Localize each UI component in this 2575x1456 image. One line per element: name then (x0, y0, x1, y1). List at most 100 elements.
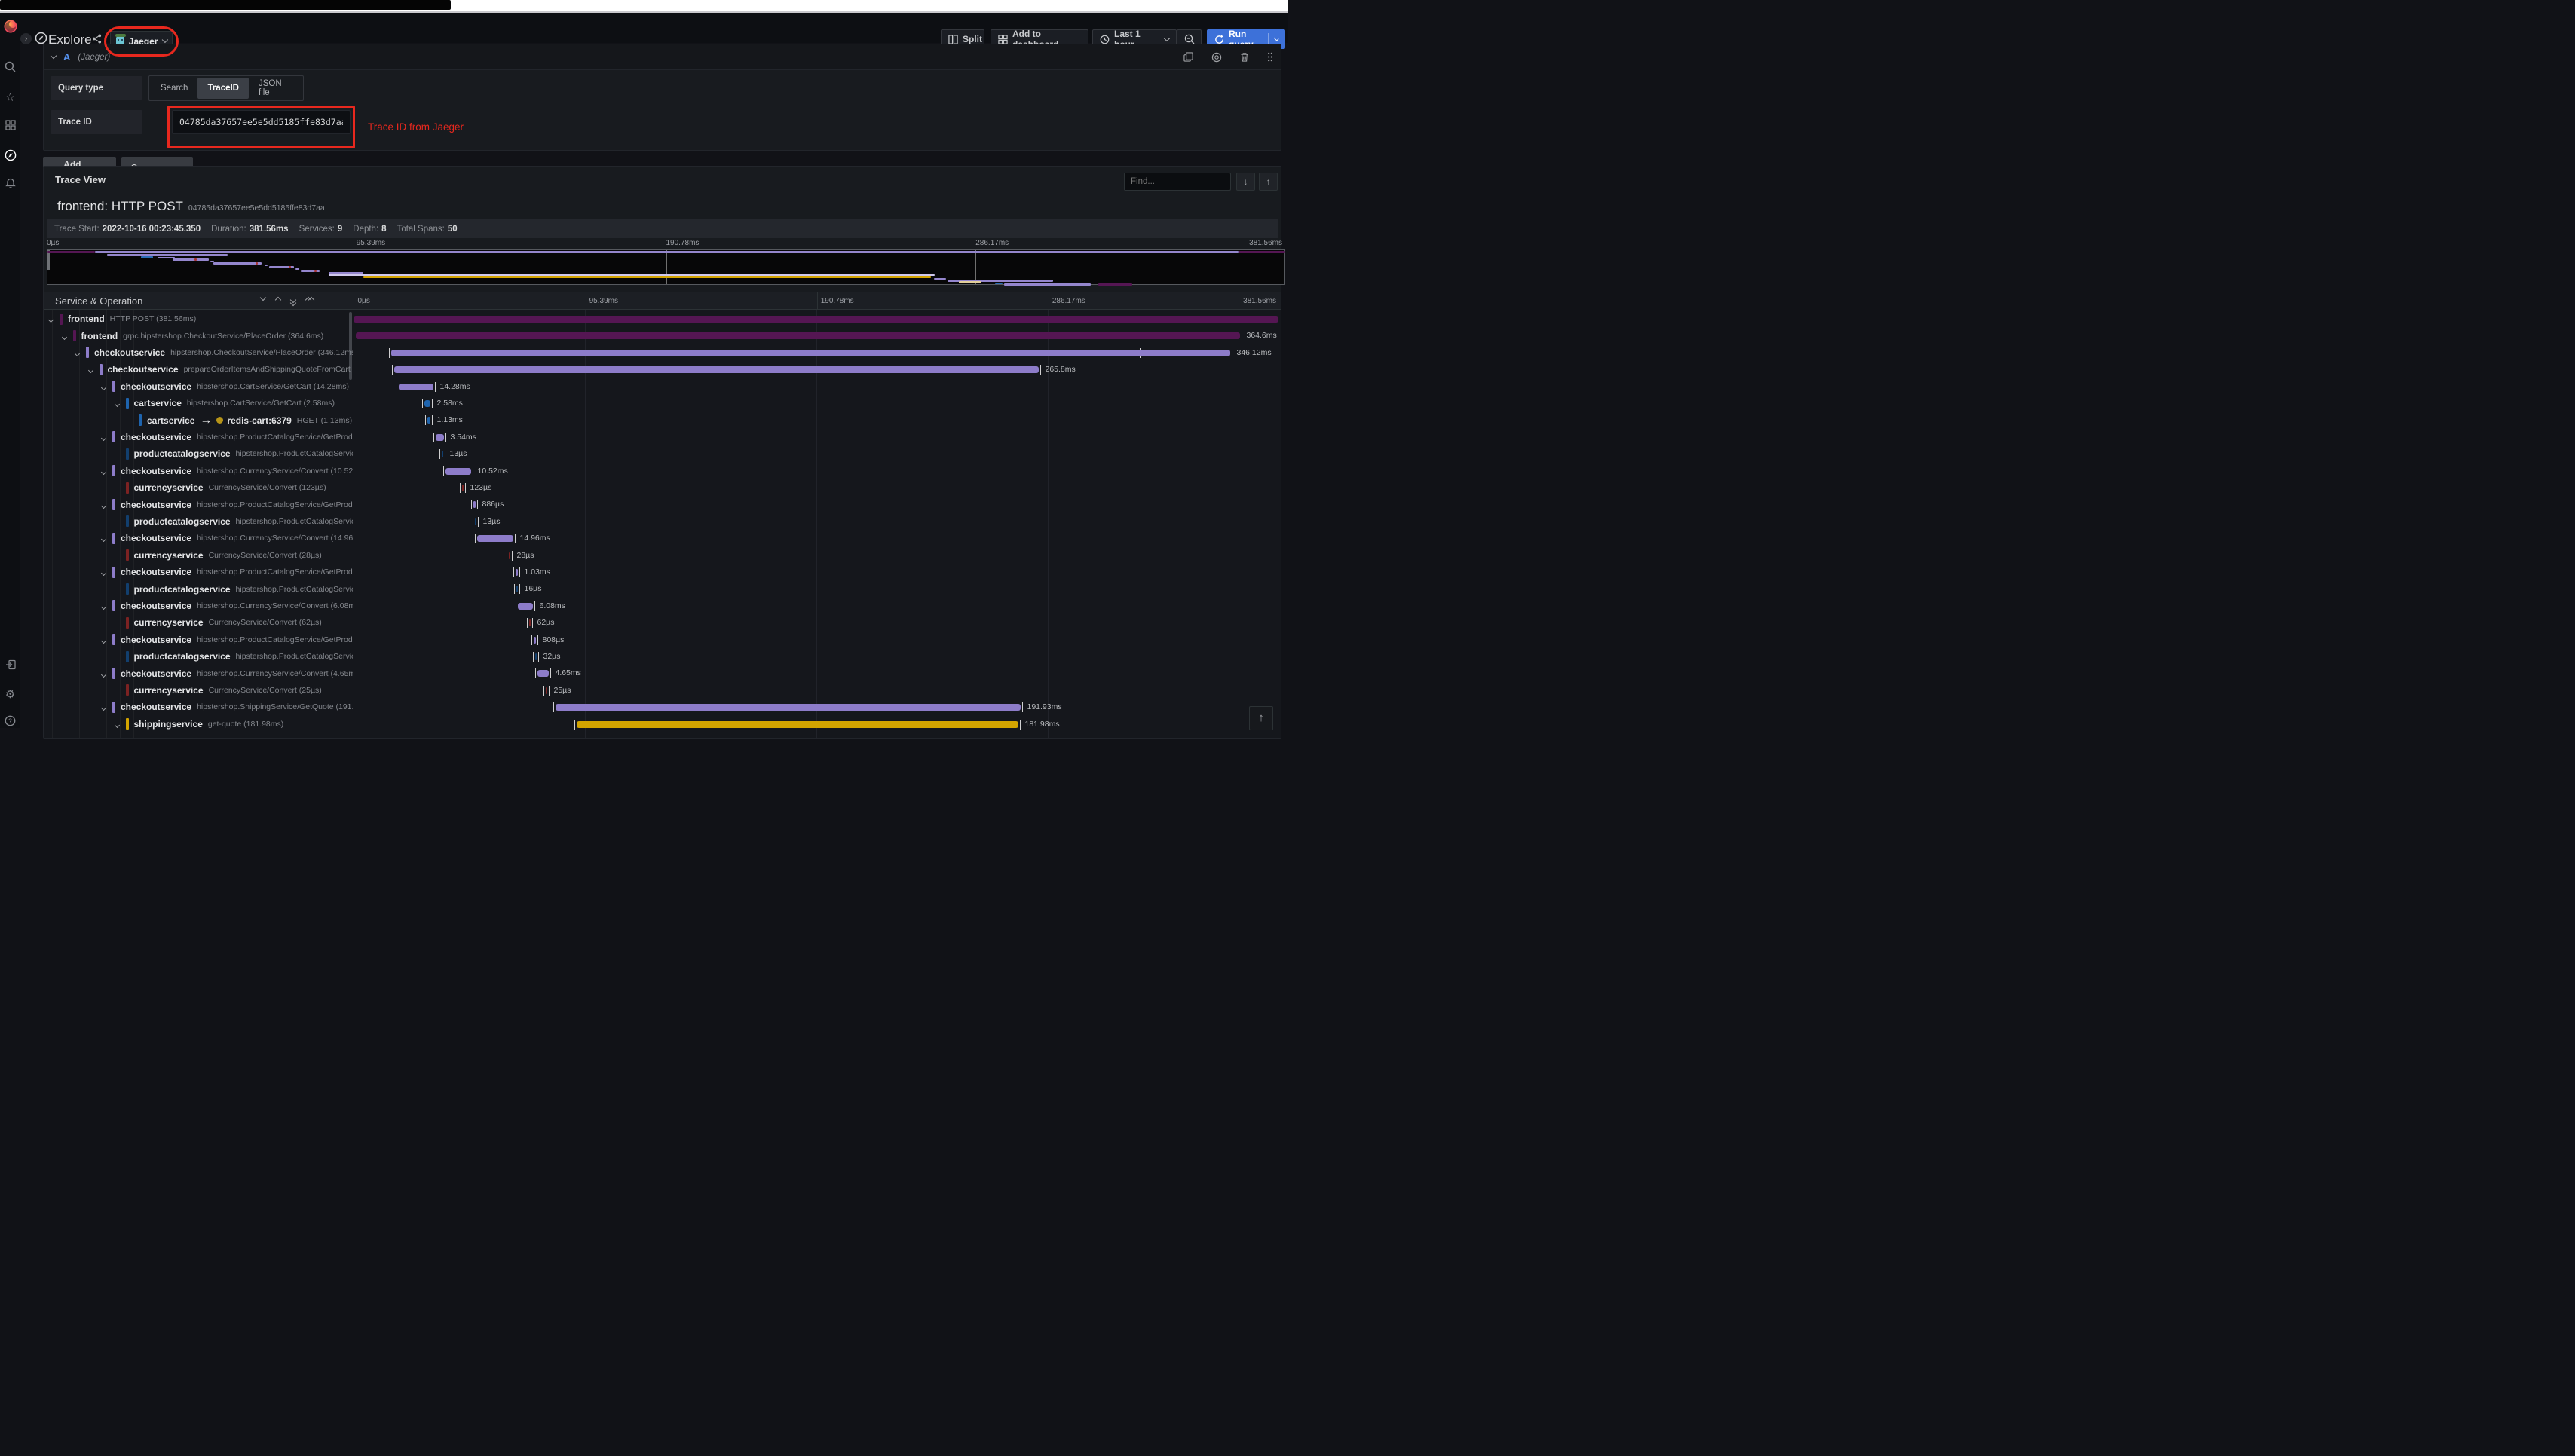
span-row[interactable]: checkoutservice hipstershop.ProductCatalo… (44, 564, 1281, 580)
span-timeline-cell[interactable]: 123µs (354, 479, 1280, 496)
collapse-all-icon[interactable] (289, 296, 297, 307)
trace-id-input[interactable] (172, 110, 351, 134)
span-timeline-cell[interactable]: 3.54ms (354, 429, 1280, 445)
span-timeline-cell[interactable]: 346.12ms (354, 344, 1280, 361)
drag-handle-icon[interactable] (1267, 52, 1273, 62)
query-type-tab-search[interactable]: Search (151, 78, 197, 99)
span-name-cell[interactable]: currencyservice CurrencyService/Convert (… (44, 614, 353, 631)
span-row[interactable]: currencyservice CurrencyService/Convert (… (44, 547, 1281, 564)
span-timeline-cell[interactable]: 808µs (354, 632, 1280, 648)
span-duration-bar[interactable] (534, 653, 537, 660)
span-name-cell[interactable]: frontend grpc.hipstershop.CheckoutService… (44, 327, 353, 344)
row-chevron-down-icon[interactable] (61, 329, 73, 343)
row-chevron-down-icon[interactable] (100, 380, 112, 393)
span-timeline-cell[interactable]: 10.52ms (354, 463, 1280, 479)
span-name-cell[interactable]: checkoutservice hipstershop.CurrencyServi… (44, 530, 353, 546)
share-icon[interactable] (92, 34, 102, 44)
expand-one-icon[interactable] (274, 296, 282, 304)
span-name-cell[interactable]: checkoutservice prepareOrderItemsAndShipp… (44, 361, 353, 378)
row-chevron-down-icon[interactable] (100, 565, 112, 579)
span-row[interactable]: checkoutservice hipstershop.CurrencyServi… (44, 665, 1281, 681)
span-row[interactable]: cartservice → redis-cart:6379 HGET (1.13ms)… (44, 411, 1281, 428)
span-row[interactable]: frontend grpc.hipstershop.CheckoutService… (44, 327, 1281, 344)
expand-all-icon[interactable] (305, 296, 315, 305)
span-duration-bar[interactable] (517, 602, 533, 610)
span-name-cell[interactable]: productcatalogservice hipstershop.Product… (44, 513, 353, 530)
span-row[interactable]: shippingservice get-quote (181.98ms) 181.9… (44, 716, 1281, 733)
span-row[interactable]: checkoutservice hipstershop.CurrencyServi… (44, 463, 1281, 479)
span-duration-bar[interactable] (476, 535, 513, 543)
span-timeline-cell[interactable]: 16µs (354, 580, 1280, 597)
span-row[interactable]: checkoutservice hipstershop.ProductCatalo… (44, 632, 1281, 648)
span-duration-bar[interactable] (533, 636, 536, 644)
query-type-tab-json-file[interactable]: JSON file (249, 78, 302, 99)
row-chevron-down-icon[interactable] (100, 700, 112, 714)
collapse-one-icon[interactable] (259, 294, 267, 301)
search-icon[interactable] (0, 61, 20, 72)
span-name-cell[interactable]: shippingservice get-quote (181.98ms) (44, 716, 353, 733)
row-chevron-down-icon[interactable] (100, 430, 112, 444)
span-name-cell[interactable]: checkoutservice hipstershop.CurrencyServi… (44, 598, 353, 614)
span-row[interactable]: currencyservice CurrencyService/Convert (… (44, 479, 1281, 496)
row-chevron-down-icon[interactable] (100, 667, 112, 681)
span-row[interactable]: checkoutservice hipstershop.CurrencyServi… (44, 530, 1281, 546)
dashboards-icon[interactable] (0, 120, 20, 130)
span-duration-bar[interactable] (545, 687, 547, 694)
span-timeline-cell[interactable]: 28µs (354, 547, 1280, 564)
sign-in-icon[interactable] (0, 659, 20, 670)
query-type-tab-traceid[interactable]: TraceID (197, 78, 249, 99)
browser-tab[interactable] (0, 0, 451, 10)
help-icon[interactable]: ? (0, 715, 20, 726)
star-icon[interactable]: ☆ (0, 90, 20, 104)
copy-query-icon[interactable] (1183, 52, 1193, 62)
row-chevron-down-icon[interactable] (74, 346, 86, 359)
span-duration-bar[interactable] (435, 433, 444, 441)
span-timeline-cell[interactable]: 2.58ms (354, 395, 1280, 411)
span-name-cell[interactable]: frontend HTTP POST (381.56ms) (44, 310, 353, 327)
span-name-cell[interactable]: productcatalogservice hipstershop.Product… (44, 648, 353, 665)
span-name-cell[interactable]: checkoutservice hipstershop.ProductCatalo… (44, 564, 353, 580)
row-chevron-down-icon[interactable] (100, 464, 112, 478)
row-chevron-down-icon[interactable] (47, 312, 60, 326)
span-row[interactable]: checkoutservice hipstershop.ShippingServi… (44, 699, 1281, 715)
alerting-bell-icon[interactable] (0, 178, 20, 188)
scroll-to-top-button[interactable]: ↑ (1249, 706, 1273, 730)
span-row[interactable]: productcatalogservice hipstershop.Product… (44, 580, 1281, 597)
span-name-cell[interactable]: checkoutservice hipstershop.CartService/G… (44, 378, 353, 395)
span-name-cell[interactable]: productcatalogservice hipstershop.Product… (44, 580, 353, 597)
span-duration-bar[interactable] (427, 417, 430, 424)
span-timeline-cell[interactable]: 14.96ms (354, 530, 1280, 546)
row-chevron-down-icon[interactable] (114, 717, 126, 731)
span-name-cell[interactable]: cartservice hipstershop.CartService/GetCa… (44, 395, 353, 411)
span-timeline-cell[interactable]: 364.6ms (354, 327, 1280, 344)
span-timeline-cell[interactable]: 62µs (354, 614, 1280, 631)
span-duration-bar[interactable] (398, 383, 433, 390)
span-name-cell[interactable]: checkoutservice hipstershop.ProductCatalo… (44, 429, 353, 445)
trash-icon[interactable] (1240, 52, 1249, 62)
span-timeline-cell[interactable]: 4.65ms (354, 665, 1280, 681)
span-timeline-cell[interactable]: 32µs (354, 648, 1280, 665)
span-timeline-cell[interactable]: 1.13ms (354, 411, 1280, 428)
span-row[interactable]: productcatalogservice hipstershop.Product… (44, 648, 1281, 665)
span-row[interactable]: productcatalogservice hipstershop.Product… (44, 445, 1281, 462)
span-row[interactable]: checkoutservice hipstershop.ProductCatalo… (44, 496, 1281, 512)
span-duration-bar[interactable] (355, 332, 1240, 340)
row-chevron-down-icon[interactable] (100, 599, 112, 613)
span-timeline-cell[interactable]: 265.8ms (354, 361, 1280, 378)
find-prev-button[interactable]: ↑ (1259, 173, 1278, 191)
span-duration-bar[interactable] (473, 501, 476, 509)
span-duration-bar[interactable] (353, 316, 1278, 323)
sidebar-expand-button[interactable]: › (20, 33, 32, 44)
span-timeline-cell[interactable]: 25µs (354, 682, 1280, 699)
explore-nav-icon[interactable] (0, 149, 20, 161)
span-timeline-cell[interactable]: 191.93ms (354, 699, 1280, 715)
span-row[interactable]: checkoutservice hipstershop.CurrencyServi… (44, 598, 1281, 614)
span-timeline-cell[interactable]: 13µs (354, 513, 1280, 530)
span-timeline-cell[interactable]: 13µs (354, 445, 1280, 462)
span-row[interactable]: checkoutservice hipstershop.ProductCatalo… (44, 429, 1281, 445)
trace-minimap[interactable] (47, 249, 1285, 286)
span-name-cell[interactable]: checkoutservice hipstershop.CurrencyServi… (44, 463, 353, 479)
span-duration-bar[interactable] (515, 569, 518, 576)
row-chevron-down-icon[interactable] (100, 498, 112, 512)
span-row[interactable]: checkoutservice hipstershop.CartService/G… (44, 378, 1281, 395)
